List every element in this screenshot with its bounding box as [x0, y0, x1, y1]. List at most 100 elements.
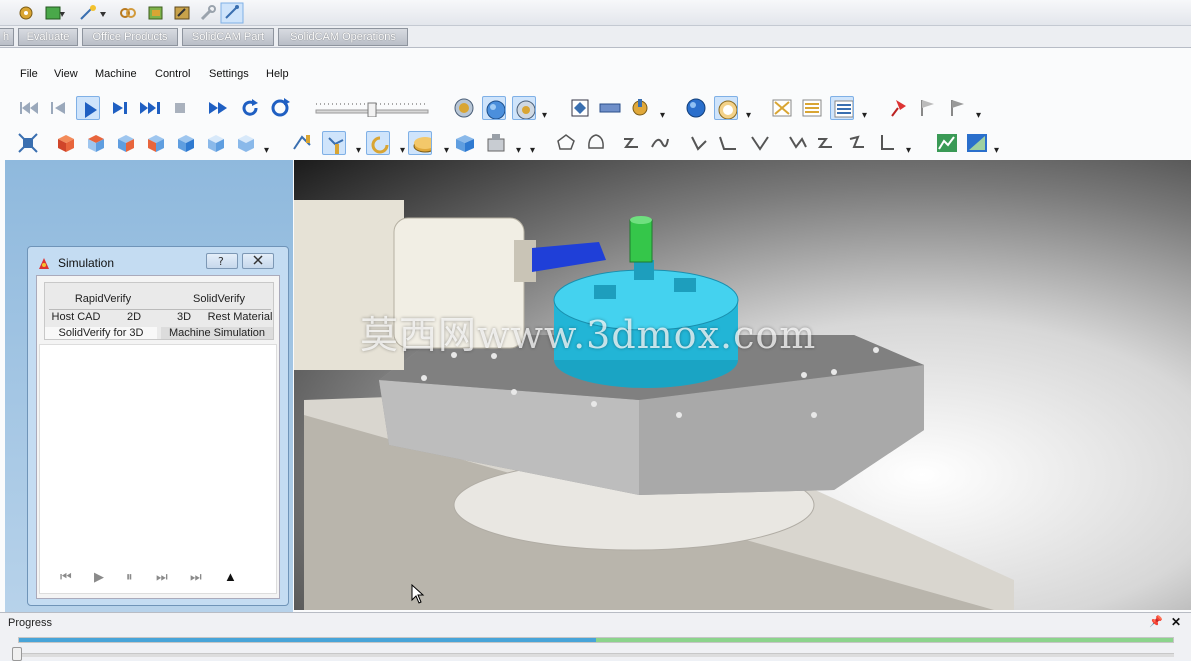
- menu-view[interactable]: View: [54, 68, 78, 80]
- zigzag-icon[interactable]: [620, 131, 644, 155]
- green-box-icon[interactable]: [44, 4, 66, 22]
- tab-rapidverify[interactable]: RapidVerify: [53, 293, 153, 305]
- tool-axis-icon[interactable]: [322, 131, 346, 155]
- outline-round-icon[interactable]: [584, 131, 608, 155]
- repeat-icon[interactable]: [238, 96, 262, 120]
- dropdown-arrow-icon[interactable]: ▾: [516, 145, 521, 156]
- step-back-icon[interactable]: [46, 96, 70, 120]
- wrench-icon[interactable]: [198, 4, 218, 22]
- machine-gear-icon[interactable]: [628, 96, 652, 120]
- box-blue-icon[interactable]: [452, 131, 476, 155]
- dropdown-arrow-icon[interactable]: ▾: [746, 110, 751, 121]
- rewind-start-icon[interactable]: [16, 96, 40, 120]
- menu-control[interactable]: Control: [155, 68, 190, 80]
- bar-icon[interactable]: [598, 96, 622, 120]
- grid-toolpath-icon[interactable]: [770, 96, 794, 120]
- help-button[interactable]: ?: [206, 253, 238, 269]
- cube-back-icon[interactable]: [174, 131, 198, 155]
- pin-button[interactable]: 📌: [1149, 615, 1163, 628]
- menu-machine[interactable]: Machine: [95, 68, 137, 80]
- dropdown-arrow-icon[interactable]: ▾: [264, 145, 269, 156]
- cube-bottom-icon[interactable]: [234, 131, 258, 155]
- dropdown-arrow-icon[interactable]: ▾: [530, 145, 535, 156]
- fast-forward-end-icon[interactable]: [138, 96, 162, 120]
- tab-sketch[interactable]: h: [0, 28, 14, 46]
- machine-icon[interactable]: [484, 131, 508, 155]
- dropdown-arrow-icon[interactable]: ▾: [400, 145, 405, 156]
- wand-icon[interactable]: [78, 4, 108, 22]
- step-button[interactable]: ⏭: [156, 569, 168, 585]
- path-g-icon[interactable]: [876, 131, 900, 155]
- stop-icon[interactable]: [170, 96, 194, 120]
- path-e-icon[interactable]: [814, 131, 838, 155]
- menu-settings[interactable]: Settings: [209, 68, 249, 80]
- outline-shape-icon[interactable]: [554, 131, 578, 155]
- cube-left-icon[interactable]: [144, 131, 168, 155]
- clock-icon[interactable]: [452, 96, 476, 120]
- play-icon[interactable]: [76, 96, 100, 120]
- tab-host-cad[interactable]: Host CAD: [45, 311, 107, 323]
- chart-green-icon[interactable]: [934, 131, 958, 155]
- step-forward-icon[interactable]: [108, 96, 132, 120]
- eject-button[interactable]: ▲: [224, 569, 237, 584]
- dropdown-arrow-icon[interactable]: ▾: [660, 110, 665, 121]
- tab-solidcam-part[interactable]: SolidCAM Part: [182, 28, 274, 46]
- close-button[interactable]: [242, 253, 274, 269]
- dropdown-arrow-icon[interactable]: ▾: [976, 110, 981, 121]
- close-panel-button[interactable]: ✕: [1171, 615, 1181, 629]
- tab-solidverify[interactable]: SolidVerify: [169, 293, 269, 305]
- tools-icon[interactable]: [172, 4, 192, 22]
- path-d-icon[interactable]: [786, 131, 810, 155]
- tab-solidverify-3d[interactable]: SolidVerify for 3D: [45, 327, 157, 339]
- tab-rest-material[interactable]: Rest Material: [205, 311, 275, 323]
- menu-help[interactable]: Help: [266, 68, 289, 80]
- path-b-icon[interactable]: [716, 131, 740, 155]
- simulate-icon[interactable]: [220, 2, 244, 24]
- tab-solidcam-operations[interactable]: SolidCAM Operations: [278, 28, 408, 46]
- skip-forward-icon[interactable]: [206, 96, 230, 120]
- menu-file[interactable]: File: [20, 68, 38, 80]
- end-button[interactable]: ⏭: [190, 569, 202, 585]
- flag-alt-icon[interactable]: [946, 96, 970, 120]
- tab-2d[interactable]: 2D: [107, 311, 161, 323]
- dropdown-arrow-icon[interactable]: ▾: [542, 110, 547, 121]
- target-icon[interactable]: [512, 96, 536, 120]
- mesh-icon[interactable]: [800, 96, 824, 120]
- clock-orange-icon[interactable]: [714, 96, 738, 120]
- dropdown-arrow-icon[interactable]: ▾: [356, 145, 361, 156]
- sphere-icon[interactable]: [684, 96, 708, 120]
- timeline-track[interactable]: [16, 653, 1174, 657]
- view-box-icon[interactable]: [568, 96, 592, 120]
- machine-simulation-viewport[interactable]: [294, 160, 1191, 610]
- mesh-selected-icon[interactable]: [830, 96, 854, 120]
- cube-top-icon[interactable]: [84, 131, 108, 155]
- play-button[interactable]: ▶: [94, 569, 104, 585]
- rewind-button[interactable]: ⏮: [60, 569, 72, 585]
- layers-icon[interactable]: [146, 4, 166, 22]
- simulation-title-bar[interactable]: Simulation ?: [32, 251, 284, 273]
- flag-icon[interactable]: [916, 96, 940, 120]
- tab-machine-simulation[interactable]: Machine Simulation: [161, 327, 273, 339]
- curve-icon[interactable]: [648, 131, 672, 155]
- cube-right-icon[interactable]: [114, 131, 138, 155]
- path-a-icon[interactable]: [688, 131, 712, 155]
- globe-icon[interactable]: [482, 96, 506, 120]
- stock-icon[interactable]: [408, 131, 432, 155]
- fit-view-icon[interactable]: [16, 131, 40, 155]
- path-f-icon[interactable]: [846, 131, 870, 155]
- chart-blue-icon[interactable]: [964, 131, 988, 155]
- timeline-thumb[interactable]: [12, 647, 22, 661]
- dropdown-arrow-icon[interactable]: ▾: [862, 110, 867, 121]
- tab-office-products[interactable]: Office Products: [82, 28, 178, 46]
- tab-3d[interactable]: 3D: [157, 311, 211, 323]
- dropdown-arrow-icon[interactable]: ▾: [994, 145, 999, 156]
- pin-red-icon[interactable]: [886, 96, 910, 120]
- rotate-icon[interactable]: [366, 131, 390, 155]
- gears-icon[interactable]: [16, 4, 36, 22]
- path-c-icon[interactable]: [748, 131, 772, 155]
- cube-front-icon[interactable]: [54, 131, 78, 155]
- speed-slider[interactable]: [312, 99, 432, 117]
- loop-icon[interactable]: [268, 96, 292, 120]
- cube-iso-icon[interactable]: [204, 131, 228, 155]
- tab-evaluate[interactable]: Evaluate: [18, 28, 78, 46]
